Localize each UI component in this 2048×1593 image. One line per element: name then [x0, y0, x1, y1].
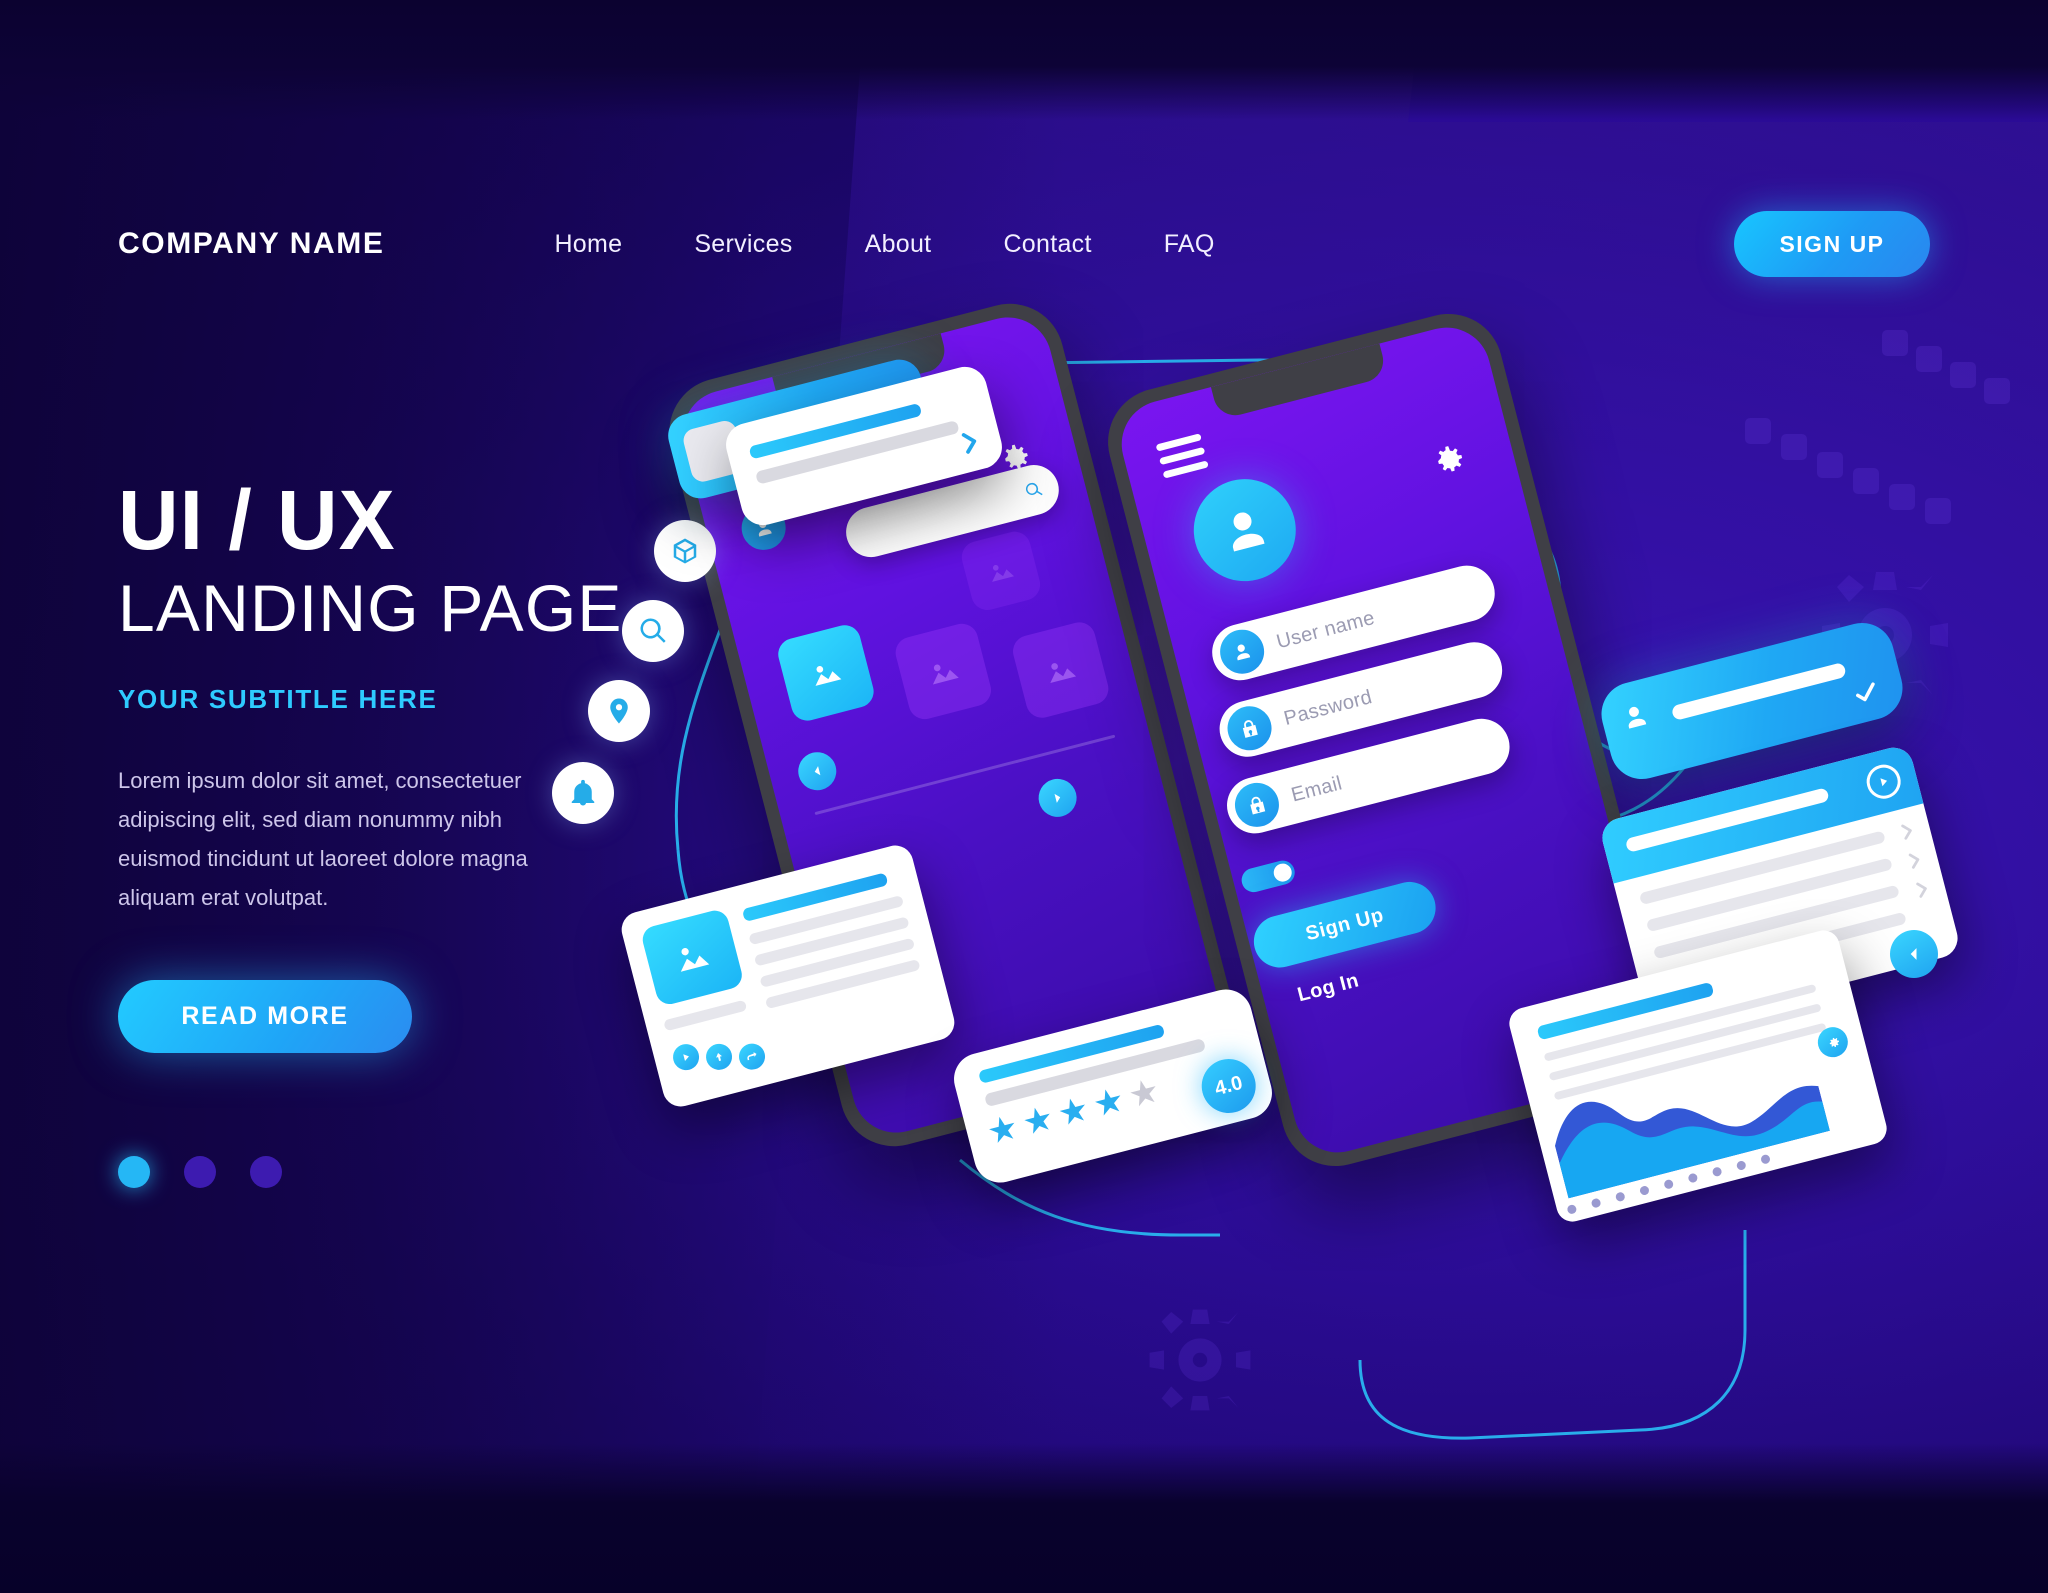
star-icon: ★: [983, 1107, 1023, 1153]
phone-left-gallery-thumb-1[interactable]: [774, 621, 878, 725]
star-icon: ★: [1053, 1089, 1093, 1134]
brand-logo-text: COMPANY NAME: [118, 227, 385, 260]
star-icon: ★: [1089, 1080, 1129, 1125]
top-navigation-bar: COMPANY NAME Home Services About Contact…: [0, 205, 2048, 283]
remember-me-toggle[interactable]: [1239, 857, 1298, 895]
phone-login-link[interactable]: Log In: [1295, 969, 1361, 1007]
star-icon: ★: [1018, 1098, 1058, 1144]
star-icon-empty: ★: [1124, 1071, 1164, 1116]
chevron-left-icon: [1910, 948, 1917, 960]
chevron-right-icon[interactable]: [1893, 818, 1920, 845]
chevron-right-icon[interactable]: [951, 424, 988, 461]
background-bottom-band: [0, 1443, 2048, 1593]
hero-subtitle-big: LANDING PAGE: [118, 571, 623, 645]
right-card-back-button[interactable]: [1890, 930, 1938, 978]
check-icon: [1856, 682, 1875, 702]
user-icon: [1215, 624, 1269, 679]
background-top-band: [0, 0, 2048, 120]
hero-illustration: Profile: [552, 292, 2048, 1440]
nav-links: Home Services About Contact FAQ: [554, 230, 1214, 259]
phone-left-gallery-thumb-4[interactable]: [958, 528, 1044, 614]
chevron-right-icon[interactable]: [1908, 876, 1935, 903]
gear-icon[interactable]: [1427, 438, 1471, 482]
hero-title: UI / UX: [118, 473, 396, 567]
hero-body-text: Lorem ipsum dolor sit amet, consectetuer…: [118, 767, 528, 911]
read-more-button[interactable]: READ MORE: [118, 979, 412, 1053]
carousel-dot-1[interactable]: [118, 1155, 150, 1188]
hero-section: UI / UX LANDING PAGE YOUR SUBTITLE HERE …: [118, 478, 758, 1188]
signup-button[interactable]: SIGN UP: [1734, 211, 1930, 277]
nav-item-home[interactable]: Home: [554, 230, 622, 259]
phone-left-back-button[interactable]: [794, 748, 841, 795]
chevron-right-icon[interactable]: [1901, 847, 1928, 874]
nav-item-about[interactable]: About: [865, 230, 932, 259]
hero-subtitle-small: YOUR SUBTITLE HERE: [118, 683, 438, 714]
nav-item-services[interactable]: Services: [694, 230, 792, 259]
phone-right-avatar[interactable]: [1182, 468, 1307, 593]
carousel-dot-2[interactable]: [184, 1155, 216, 1188]
gear-icon: [1829, 1037, 1839, 1047]
password-field-label: Password: [1281, 685, 1375, 730]
rating-score-badge: 4.0: [1195, 1053, 1262, 1119]
phone-left-next-button[interactable]: [1034, 774, 1081, 822]
hamburger-icon[interactable]: [1155, 433, 1209, 479]
nav-item-contact[interactable]: Contact: [1003, 230, 1091, 259]
landing-page-root: COMPANY NAME Home Services About Contact…: [0, 0, 2048, 1593]
phone-left-gallery-thumb-2[interactable]: [892, 620, 995, 723]
email-field-label: Email: [1288, 771, 1345, 807]
lock-icon: [1222, 701, 1277, 756]
nav-item-faq[interactable]: FAQ: [1164, 230, 1215, 259]
carousel-dot-3[interactable]: [250, 1155, 282, 1188]
phone-left-gallery-thumb-3[interactable]: [1009, 618, 1112, 722]
phone-signup-button[interactable]: Sign Up: [1248, 876, 1442, 974]
right-banner-bar: [1670, 661, 1847, 722]
username-field-label: User name: [1274, 606, 1377, 653]
user-icon: [1628, 706, 1647, 729]
carousel-dots: [118, 1155, 758, 1188]
search-icon: [1025, 482, 1043, 496]
lock-icon: [1230, 778, 1284, 832]
play-icon: [1880, 778, 1888, 787]
